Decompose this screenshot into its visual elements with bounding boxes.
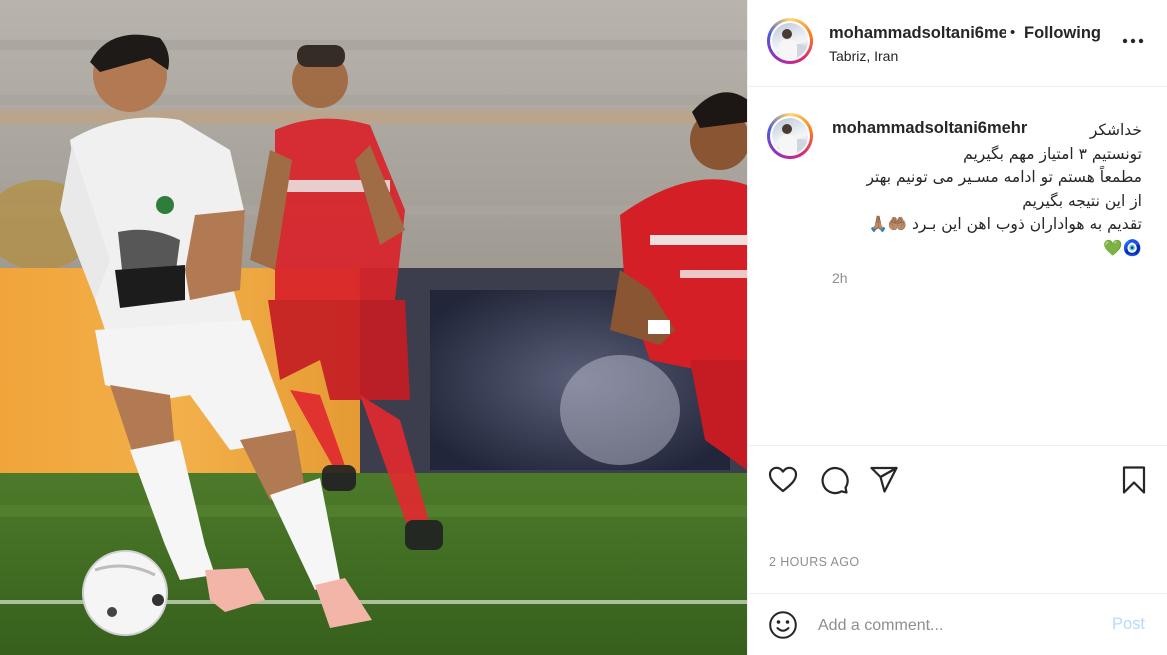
comment-bar: Post: [748, 593, 1167, 655]
comment-input[interactable]: [818, 612, 1088, 640]
caption-section: mohammadsoltani6mehr خداشکر تونستیم ۳ ام…: [748, 87, 1167, 444]
photo-illustration: [0, 0, 747, 655]
caption-line: تونستیم ۳ امتیاز مهم بگیریم: [963, 144, 1142, 163]
caption-line: خداشکر: [1089, 121, 1142, 139]
caption-line: از این نتیجه بگیریم: [1022, 191, 1142, 210]
post-sidebar: mohammadsoltani6mehr • Following Tabriz,…: [747, 0, 1167, 655]
heart-icon: [768, 466, 798, 493]
avatar[interactable]: [767, 18, 813, 64]
avatar-photo: [772, 23, 808, 59]
avatar-image: [770, 116, 810, 156]
bookmark-icon: [1122, 466, 1146, 494]
post-comment-button[interactable]: Post: [1112, 615, 1145, 634]
emoji-button[interactable]: [768, 610, 798, 640]
separator-dot: •: [1010, 24, 1016, 41]
smiley-icon: [769, 611, 797, 639]
action-bar: 2 HOURS AGO: [748, 445, 1167, 575]
caption-avatar[interactable]: [767, 113, 813, 159]
post-photo[interactable]: [0, 0, 747, 655]
caption-timestamp[interactable]: 2h: [832, 270, 848, 286]
paper-plane-icon: [870, 466, 898, 493]
comment-button[interactable]: [818, 464, 850, 496]
caption-line: تقدیم به هواداران ذوب اهن این بـرد 🤲🏽🙏🏽: [868, 215, 1143, 233]
save-button[interactable]: [1118, 464, 1150, 496]
avatar-image: [770, 21, 810, 61]
share-button[interactable]: [868, 464, 900, 496]
caption-line: مطمعاً هستم تو ادامه مسـیر می تونیم بهتر: [866, 168, 1142, 186]
post-header: mohammadsoltani6mehr • Following Tabriz,…: [748, 0, 1167, 87]
like-button[interactable]: [767, 464, 799, 496]
caption-line: 🧿💚: [1103, 238, 1142, 257]
post-date[interactable]: 2 HOURS AGO: [769, 555, 860, 569]
caption-text: خداشکر تونستیم ۳ امتیاز مهم بگیریم مطمعا…: [822, 119, 1142, 260]
location-link[interactable]: Tabriz, Iran: [829, 48, 898, 64]
username-link[interactable]: mohammadsoltani6mehr: [829, 24, 1006, 43]
more-horizontal-icon: [1122, 38, 1144, 44]
comment-icon: [821, 466, 849, 495]
following-button[interactable]: Following: [1024, 24, 1101, 43]
avatar-photo: [772, 118, 808, 154]
more-options-button[interactable]: [1120, 28, 1146, 54]
